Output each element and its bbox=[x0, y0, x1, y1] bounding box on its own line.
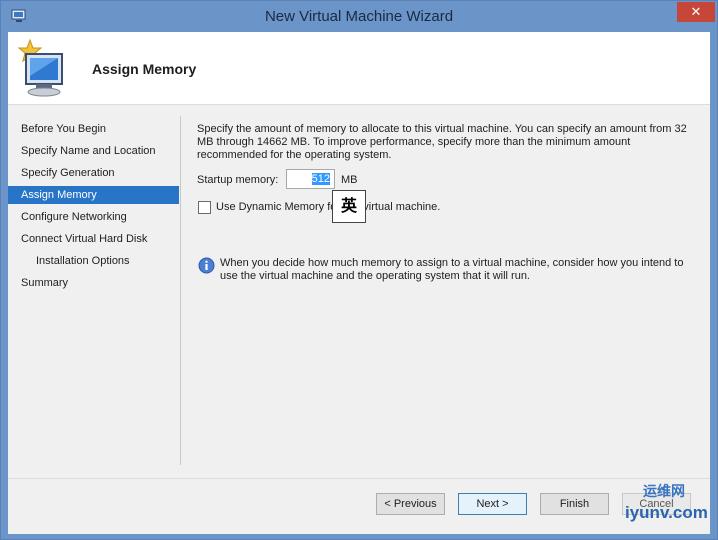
nav-item-installation-options[interactable]: Installation Options bbox=[8, 252, 179, 270]
finish-button[interactable]: Finish bbox=[540, 493, 609, 515]
nav-item-specify-name-location[interactable]: Specify Name and Location bbox=[8, 142, 179, 160]
main-content: Specify the amount of memory to allocate… bbox=[197, 106, 702, 466]
memory-info-text: When you decide how much memory to assig… bbox=[220, 257, 684, 282]
close-button[interactable]: ✕ bbox=[677, 2, 715, 22]
nav-item-specify-generation[interactable]: Specify Generation bbox=[8, 164, 179, 182]
nav-item-connect-virtual-hard-disk[interactable]: Connect Virtual Hard Disk bbox=[8, 230, 179, 248]
wizard-header: Assign Memory bbox=[8, 32, 710, 105]
new-vm-wizard-icon bbox=[17, 38, 63, 97]
title-bar[interactable]: New Virtual Machine Wizard ✕ bbox=[1, 1, 717, 32]
wizard-body: Assign Memory Before You Begin Specify N… bbox=[8, 32, 710, 534]
startup-memory-value: 512 bbox=[311, 173, 330, 185]
next-button[interactable]: Next > bbox=[458, 493, 527, 515]
memory-description: Specify the amount of memory to allocate… bbox=[197, 123, 687, 161]
nav-divider bbox=[180, 116, 181, 465]
wizard-window: New Virtual Machine Wizard ✕ Assign Memo… bbox=[0, 0, 718, 540]
footer-divider bbox=[8, 478, 710, 479]
page-title: Assign Memory bbox=[92, 61, 197, 77]
nav-item-before-you-begin[interactable]: Before You Begin bbox=[8, 120, 179, 138]
nav-item-assign-memory[interactable]: Assign Memory bbox=[8, 186, 179, 204]
watermark-logo: 运维网 iyunv.com bbox=[619, 481, 715, 533]
startup-memory-input[interactable]: 512 bbox=[286, 169, 335, 189]
wizard-steps-nav: Before You Begin Specify Name and Locati… bbox=[8, 106, 180, 466]
startup-memory-label: Startup memory: bbox=[197, 174, 279, 186]
watermark-line1: 运维网 bbox=[643, 483, 685, 499]
watermark-line2: iyunv.com bbox=[625, 503, 708, 522]
info-icon bbox=[198, 257, 215, 274]
startup-memory-unit: MB bbox=[341, 174, 358, 186]
window-title: New Virtual Machine Wizard bbox=[264, 8, 454, 25]
ime-language-indicator: 英 bbox=[332, 190, 366, 223]
dynamic-memory-checkbox[interactable] bbox=[198, 201, 211, 214]
dynamic-memory-label[interactable]: Use Dynamic Memory for this virtual mach… bbox=[216, 201, 440, 213]
nav-item-summary[interactable]: Summary bbox=[8, 274, 179, 292]
previous-button[interactable]: < Previous bbox=[376, 493, 445, 515]
nav-item-configure-networking[interactable]: Configure Networking bbox=[8, 208, 179, 226]
